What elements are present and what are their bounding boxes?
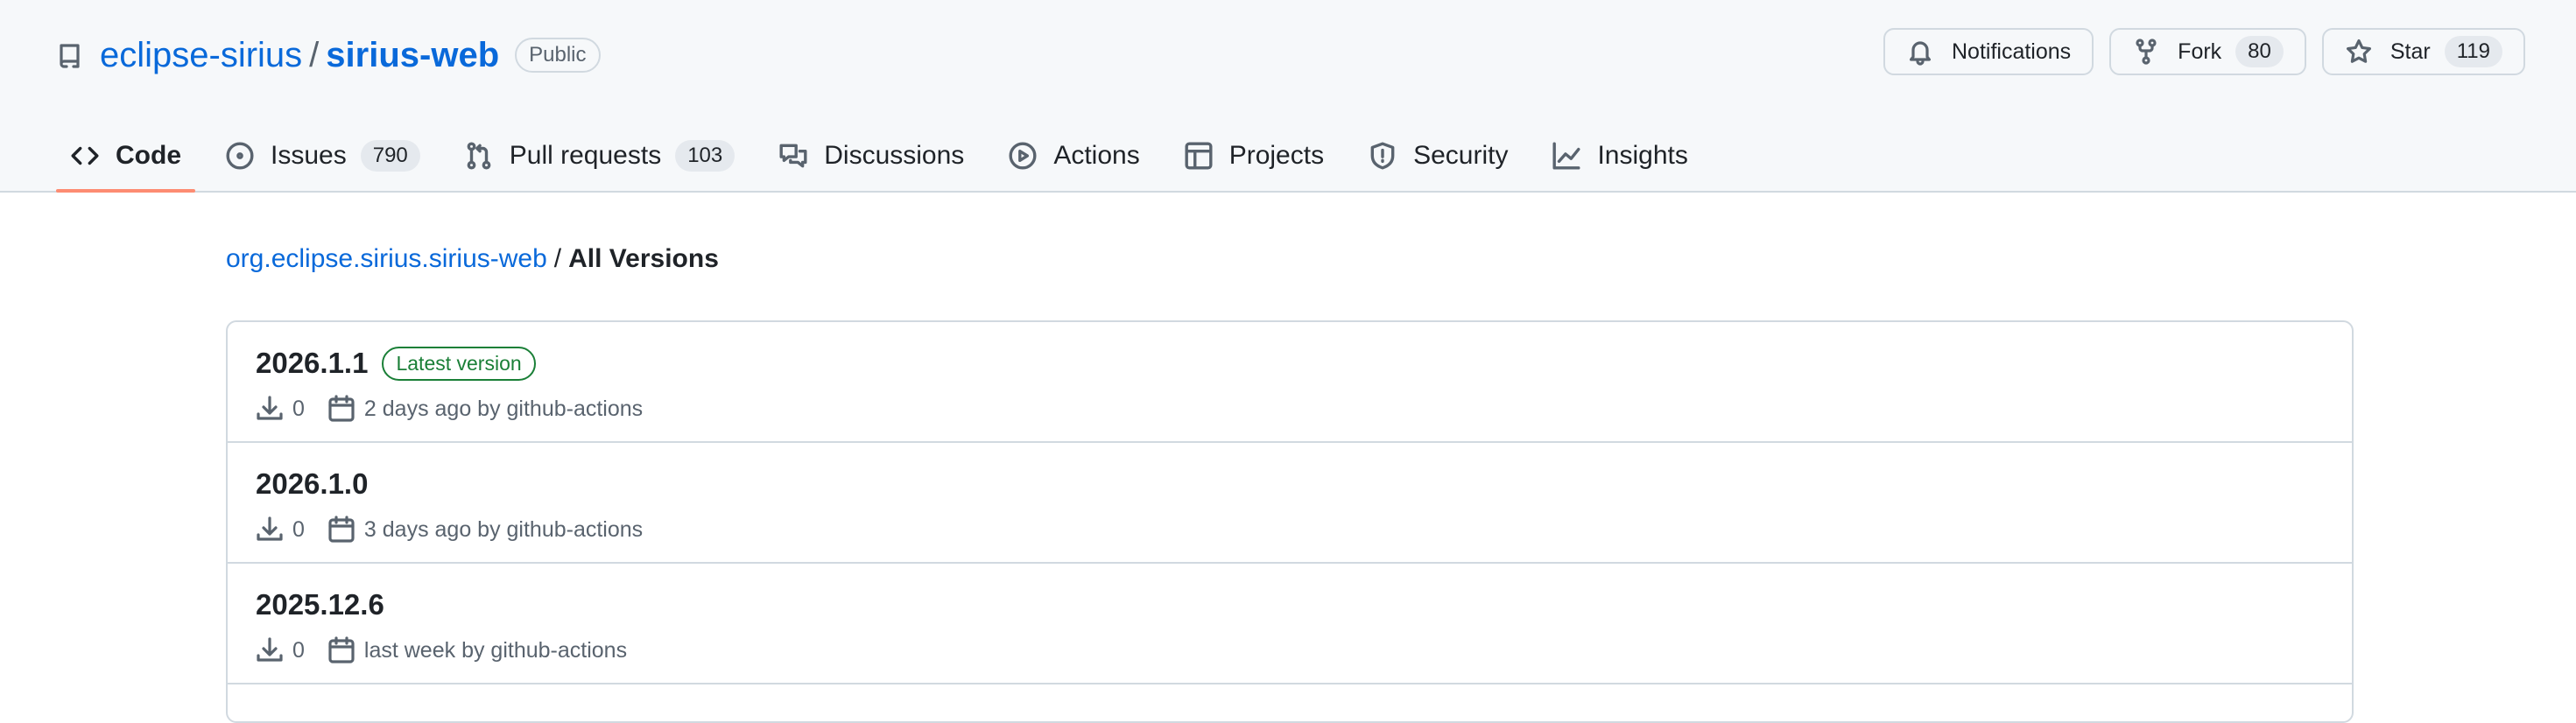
- tab-pull-requests[interactable]: Pull requests 103: [450, 121, 749, 191]
- repo-nav-tabs: Code Issues 790 Pull requests 103 Discus…: [56, 121, 1718, 193]
- tab-counter: 103: [675, 140, 735, 172]
- code-icon: [70, 141, 100, 171]
- tab-discussions[interactable]: Discussions: [764, 121, 978, 191]
- calendar-icon: [327, 395, 355, 423]
- repo-icon: [56, 41, 84, 69]
- repo-name-link[interactable]: sirius-web: [326, 30, 499, 81]
- notifications-label: Notifications: [1952, 39, 2072, 64]
- tab-counter: 790: [360, 140, 420, 172]
- breadcrumb: org.eclipse.sirius.sirius-web / All Versio…: [226, 242, 719, 277]
- issue-opened-icon: [225, 141, 255, 171]
- shield-icon: [1368, 141, 1397, 171]
- version-link[interactable]: 2025.12.6: [256, 588, 384, 621]
- version-link[interactable]: 2026.1.0: [256, 467, 368, 501]
- repo-header: eclipse-sirius / sirius-web Public Notif…: [0, 0, 2576, 193]
- repo-forked-icon: [2132, 38, 2160, 66]
- tab-actions[interactable]: Actions: [994, 121, 1153, 191]
- download-icon: [256, 516, 284, 544]
- tab-label: Security: [1413, 141, 1509, 170]
- star-icon: [2345, 38, 2373, 66]
- latest-version-badge: Latest version: [382, 346, 536, 381]
- table-icon: [1184, 141, 1214, 171]
- tab-label: Insights: [1597, 141, 1688, 170]
- git-pull-request-icon: [464, 141, 494, 171]
- fork-label: Fork: [2178, 39, 2222, 64]
- version-link[interactable]: 2026.1.1: [256, 347, 368, 380]
- tab-label: Pull requests: [509, 141, 662, 170]
- tab-label: Issues: [271, 141, 347, 170]
- notifications-button[interactable]: Notifications: [1883, 28, 2094, 75]
- download-icon: [256, 395, 284, 423]
- calendar-icon: [327, 516, 355, 544]
- bell-icon: [1906, 38, 1934, 66]
- visibility-badge: Public: [515, 38, 601, 73]
- star-label: Star: [2389, 39, 2431, 64]
- published-info: last week by github-actions: [363, 637, 628, 663]
- tab-label: Projects: [1228, 141, 1325, 170]
- download-count: 0: [292, 396, 305, 421]
- tab-code[interactable]: Code: [56, 121, 195, 193]
- tab-issues[interactable]: Issues 790: [211, 121, 434, 191]
- tab-insights[interactable]: Insights: [1538, 121, 1701, 191]
- repo-path-separator: /: [309, 36, 320, 74]
- graph-icon: [1552, 141, 1581, 171]
- breadcrumb-separator: /: [553, 244, 562, 273]
- calendar-icon: [327, 636, 355, 664]
- published-info: 3 days ago by github-actions: [363, 516, 644, 542]
- star-counter: 119: [2444, 36, 2502, 67]
- download-icon: [256, 636, 284, 664]
- list-item: 2026.1.1 Latest version 0 2 days ago by …: [228, 322, 2352, 443]
- list-item: 2025.12.6 0 last week by github-actions: [228, 564, 2352, 684]
- comment-discussion-icon: [778, 141, 808, 171]
- package-link[interactable]: org.eclipse.sirius.sirius-web: [226, 244, 547, 273]
- fork-counter: 80: [2235, 36, 2284, 67]
- breadcrumb-current: All Versions: [568, 244, 719, 273]
- star-button[interactable]: Star 119: [2321, 28, 2525, 75]
- download-count: 0: [292, 516, 305, 542]
- list-item: 2026.1.0 0 3 days ago by github-actions: [228, 443, 2352, 564]
- repo-owner-link[interactable]: eclipse-sirius: [100, 30, 302, 81]
- version-list: 2026.1.1 Latest version 0 2 days ago by …: [226, 320, 2354, 723]
- play-icon: [1008, 141, 1038, 171]
- tab-security[interactable]: Security: [1354, 121, 1522, 191]
- tab-projects[interactable]: Projects: [1170, 121, 1338, 191]
- download-count: 0: [292, 637, 305, 663]
- tab-label: Actions: [1053, 141, 1140, 170]
- repo-title: eclipse-sirius / sirius-web Public: [56, 30, 601, 81]
- tab-label: Discussions: [824, 141, 965, 170]
- fork-button[interactable]: Fork 80: [2109, 28, 2306, 75]
- repo-actions: Notifications Fork 80 Star 119: [1883, 28, 2525, 75]
- tab-label: Code: [116, 141, 181, 170]
- published-info: 2 days ago by github-actions: [363, 396, 644, 421]
